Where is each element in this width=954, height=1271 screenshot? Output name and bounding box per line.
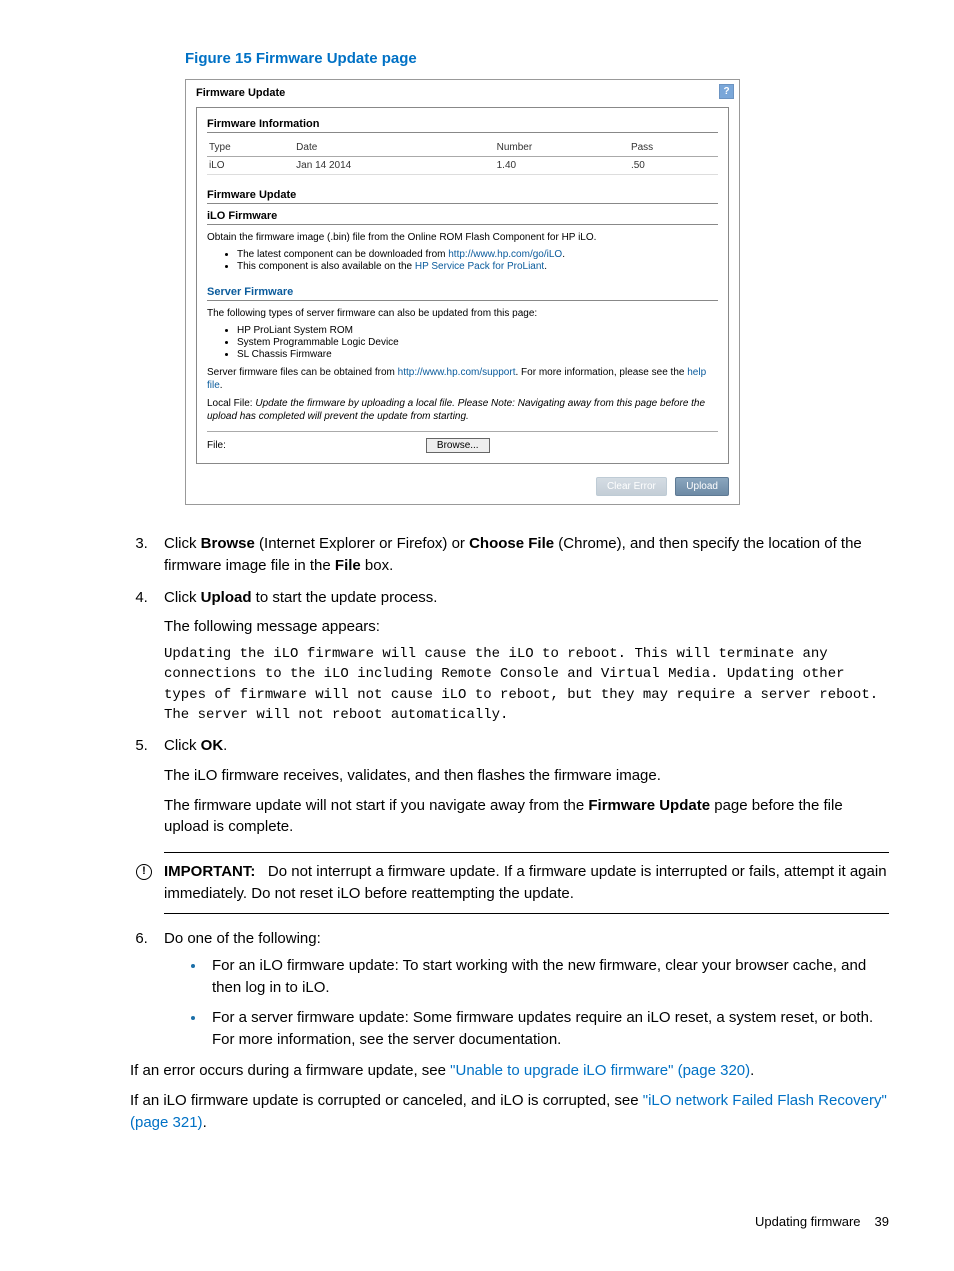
list-item: HP ProLiant System ROM: [237, 325, 718, 336]
col-type: Type: [207, 139, 294, 157]
step-3: Click Browse (Internet Explorer or Firef…: [152, 533, 889, 577]
window-title: Firmware Update: [196, 87, 285, 99]
help-icon[interactable]: ?: [719, 84, 734, 99]
col-number: Number: [495, 139, 629, 157]
important-icon: !: [136, 864, 152, 880]
upload-button[interactable]: Upload: [675, 477, 729, 496]
step-5: Click OK. The iLO firmware receives, val…: [152, 735, 889, 914]
clear-error-button[interactable]: Clear Error: [596, 477, 667, 496]
important-note: ! IMPORTANT: Do not interrupt a firmware…: [164, 852, 889, 914]
ilo-download-link[interactable]: http://www.hp.com/go/iLO: [448, 249, 562, 260]
list-item: System Programmable Logic Device: [237, 337, 718, 348]
list-item: For a server firmware update: Some firmw…: [206, 1007, 889, 1051]
firmware-info-heading: Firmware Information: [207, 118, 718, 132]
list-item: This component is also available on the …: [237, 261, 718, 272]
corrupt-paragraph: If an iLO firmware update is corrupted o…: [130, 1090, 889, 1134]
col-date: Date: [294, 139, 494, 157]
list-item: The latest component can be downloaded f…: [237, 249, 718, 260]
table-row: iLO Jan 14 2014 1.40 .50: [207, 157, 718, 175]
figure-caption: Figure 15 Firmware Update page: [185, 50, 889, 67]
obtain-text: Server firmware files can be obtained fr…: [207, 366, 718, 392]
server-intro: The following types of server firmware c…: [207, 307, 718, 320]
spp-link[interactable]: HP Service Pack for ProLiant: [415, 261, 544, 272]
firmware-update-screenshot: Firmware Update ? Firmware Information T…: [185, 79, 740, 505]
firmware-info-table: Type Date Number Pass iLO Jan 14 2014 1.…: [207, 139, 718, 175]
browse-button[interactable]: Browse...: [426, 438, 490, 453]
ilo-intro: Obtain the firmware image (.bin) file fr…: [207, 231, 718, 244]
support-link[interactable]: http://www.hp.com/support: [398, 367, 516, 378]
page-footer: Updating firmware39: [130, 1214, 889, 1229]
local-file-note: Local File: Update the firmware by uploa…: [207, 397, 718, 423]
step-4: Click Upload to start the update process…: [152, 587, 889, 726]
file-label: File:: [207, 440, 226, 451]
ilo-firmware-heading: iLO Firmware: [207, 210, 718, 224]
error-paragraph: If an error occurs during a firmware upd…: [130, 1060, 889, 1082]
firmware-update-heading: Firmware Update: [207, 189, 718, 203]
list-item: For an iLO firmware update: To start wor…: [206, 955, 889, 999]
step-6: Do one of the following: For an iLO firm…: [152, 928, 889, 1051]
console-message: Updating the iLO firmware will cause the…: [164, 644, 889, 725]
unable-upgrade-link[interactable]: "Unable to upgrade iLO firmware" (page 3…: [450, 1062, 750, 1079]
list-item: SL Chassis Firmware: [237, 349, 718, 360]
server-firmware-heading: Server Firmware: [207, 286, 718, 300]
col-pass: Pass: [629, 139, 718, 157]
